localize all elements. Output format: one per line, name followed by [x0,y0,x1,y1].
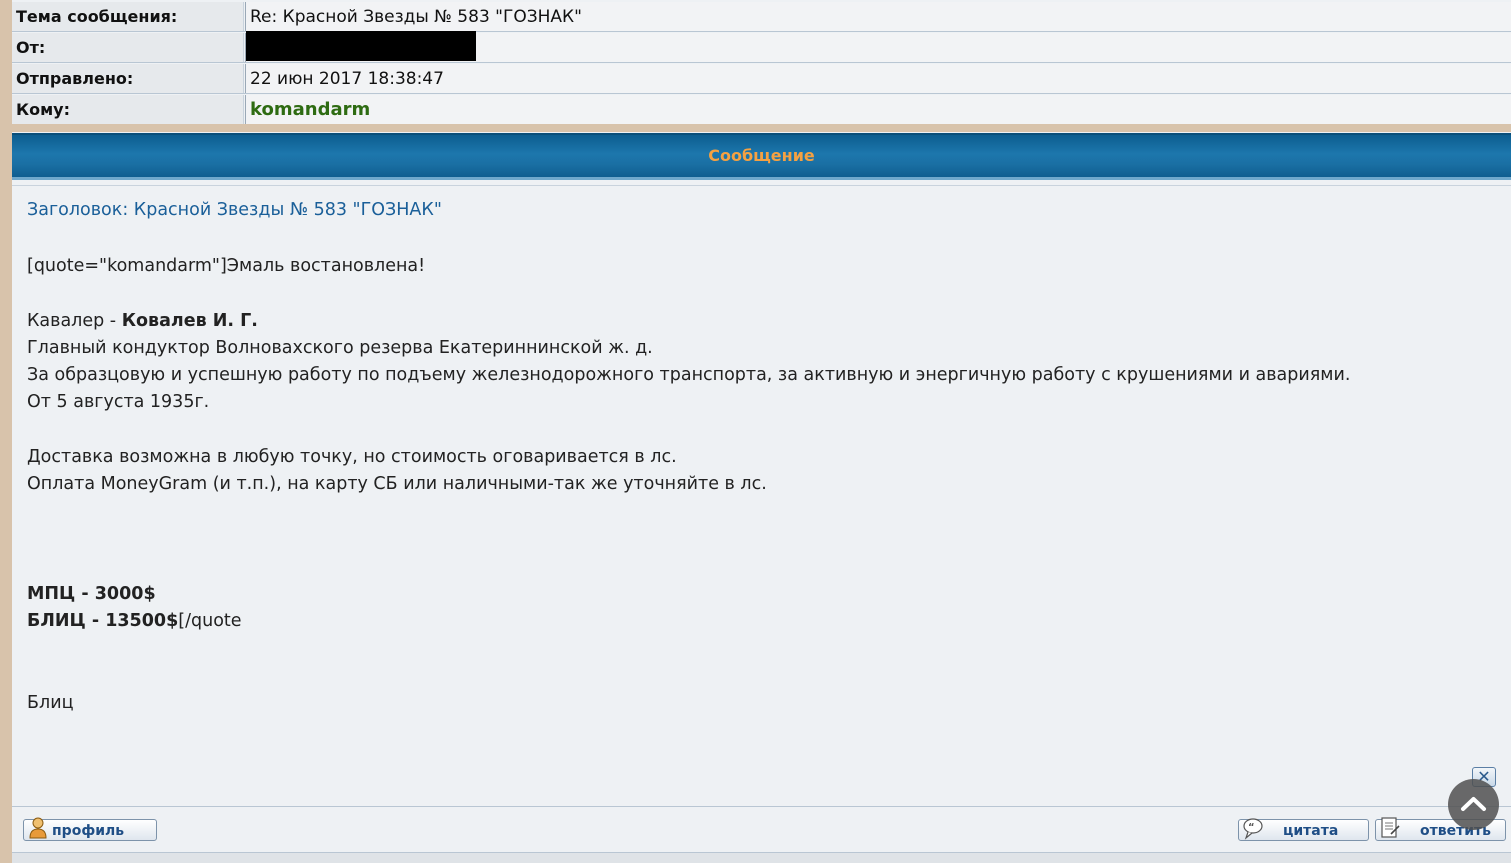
message-line: Главный кондуктор Волновахского резерва … [27,337,653,358]
profile-button-label: профиль [52,823,125,839]
subject-label: Тема сообщения: [12,2,244,31]
to-value: komandarm [245,95,1511,124]
message-body: Заголовок: Красной Звезды № 583 "ГОЗНАК"… [27,200,1487,717]
chevron-up-icon [1461,797,1486,811]
subject-value: Re: Красной Звезды № 583 "ГОЗНАК" [245,2,1511,31]
from-value [245,31,1511,62]
subject-row: Тема сообщения: Re: Красной Звезды № 583… [12,2,1511,32]
message-line: Кавалер - Ковалев И. Г. [27,310,258,331]
divider [12,124,1511,132]
to-label: Кому: [12,95,244,124]
footer-divider [12,806,1511,807]
user-icon [29,817,47,839]
quote-button[interactable]: “ цитата [1238,818,1369,841]
message-line: За образцовую и успешную работу по подъе… [27,365,1351,386]
message-line: Оплата MoneyGram (и т.п.), на карту СБ и… [27,474,767,495]
message-line: Блиц [27,692,74,713]
message-line: МПЦ - 3000$ [27,583,156,604]
recipient-link[interactable]: komandarm [250,99,370,120]
message-line: От 5 августа 1935г. [27,392,210,413]
reply-doc-icon [1381,817,1400,838]
profile-button[interactable]: профиль [23,817,157,841]
quote-button-label: цитата [1283,823,1339,839]
sent-row: Отправлено: 22 июн 2017 18:38:47 [12,64,1511,94]
sent-value: 22 июн 2017 18:38:47 [245,64,1511,93]
scroll-to-top-button[interactable] [1448,779,1499,830]
redacted-sender [246,31,476,61]
from-row: От: [12,31,1511,63]
message-title: Заголовок: Красной Звезды № 583 "ГОЗНАК" [27,200,442,220]
sent-label: Отправлено: [12,64,244,93]
bottom-bar [12,852,1511,863]
svg-text:“: “ [1248,822,1255,833]
to-row: Кому: komandarm [12,95,1511,125]
message-line: [quote="komandarm"]Эмаль востановлена! [27,256,426,276]
from-label: От: [12,33,244,62]
message-line: БЛИЦ - 13500$[/quote [27,610,242,631]
message-line: Доставка возможна в любую точку, но стои… [27,447,677,468]
pm-window: Тема сообщения: Re: Красной Звезды № 583… [12,0,1511,863]
section-title: Сообщение [12,133,1511,180]
message-area: Заголовок: Красной Звезды № 583 "ГОЗНАК"… [12,185,1511,806]
quote-bubble-icon: “ [1243,818,1263,840]
